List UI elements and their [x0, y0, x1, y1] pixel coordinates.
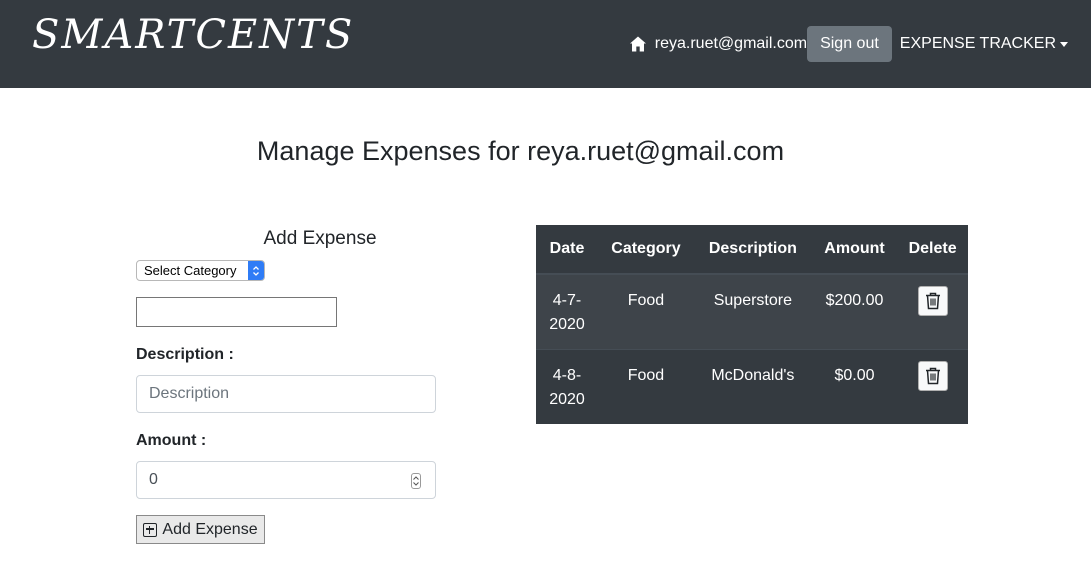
header-category: Category: [598, 225, 694, 275]
cell-amount: $0.00: [811, 349, 898, 424]
amount-label: Amount :: [136, 432, 207, 449]
plus-square-icon: [143, 522, 158, 537]
category-select[interactable]: Select Category: [136, 260, 265, 281]
expense-tracker-label: EXPENSE TRACKER: [899, 35, 1056, 52]
delete-button[interactable]: [917, 361, 948, 391]
header-date: Date: [536, 225, 598, 275]
add-expense-button[interactable]: Add Expense: [136, 515, 265, 544]
page-title: Manage Expenses for reya.ruet@gmail.com: [256, 136, 785, 166]
cell-date: 4-7- 2020: [536, 273, 598, 350]
table-row: 4-7- 2020 Food Superstore $200.00: [536, 273, 968, 350]
cell-delete: [897, 273, 968, 350]
number-spinner-icon[interactable]: [411, 473, 421, 489]
nav-right: reya.ruet@gmail.com Sign out EXPENSE TRA…: [629, 26, 1068, 62]
amount-value: 0: [149, 471, 158, 488]
cell-delete: [897, 349, 968, 424]
cell-description: Superstore: [693, 273, 812, 350]
header-amount: Amount: [811, 225, 898, 275]
amount-input[interactable]: 0: [136, 461, 436, 499]
form-title: Add Expense: [263, 228, 377, 249]
caret-down-icon: [1060, 41, 1068, 47]
table-row: 4-8- 2020 Food McDonald's $0.00: [536, 349, 968, 424]
cell-date: 4-8- 2020: [536, 349, 598, 424]
cell-description: McDonald's: [693, 349, 812, 424]
add-expense-button-label: Add Expense: [162, 520, 258, 538]
table-header-row: Date Category Description Amount Delete: [536, 225, 968, 275]
cell-category: Food: [598, 273, 694, 350]
description-label: Description :: [136, 346, 234, 363]
trash-icon: [925, 367, 940, 385]
category-text-input[interactable]: [136, 297, 337, 327]
delete-button[interactable]: [917, 286, 948, 316]
user-email[interactable]: reya.ruet@gmail.com: [655, 35, 807, 53]
select-arrows-icon: [248, 261, 264, 280]
category-select-value: Select Category: [144, 263, 237, 278]
home-icon[interactable]: [629, 35, 647, 53]
expense-tracker-dropdown[interactable]: EXPENSE TRACKER: [900, 35, 1068, 53]
expenses-table: Date Category Description Amount Delete …: [536, 225, 968, 424]
sign-out-button[interactable]: Sign out: [807, 26, 892, 62]
brand-logo[interactable]: SMARTCENTS: [32, 12, 354, 58]
trash-icon: [925, 292, 940, 310]
cell-amount: $200.00: [811, 273, 898, 350]
navbar: SMARTCENTS reya.ruet@gmail.com Sign out …: [0, 0, 1091, 88]
description-input[interactable]: Description: [136, 375, 436, 413]
header-description: Description: [693, 225, 812, 275]
header-delete: Delete: [897, 225, 968, 275]
cell-category: Food: [598, 349, 694, 424]
